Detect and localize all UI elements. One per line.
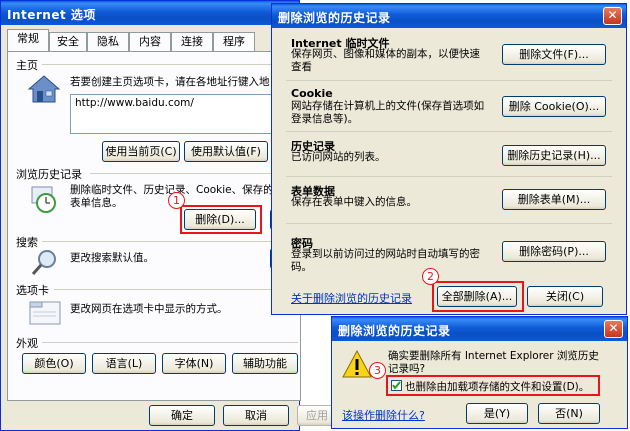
tabs-window-icon [28, 300, 62, 326]
confirm-message-line2: 记录吗? [388, 363, 426, 375]
annotation-number-1: 1 [168, 192, 185, 209]
languages-button[interactable]: 语言(L) [92, 353, 156, 374]
cookie-desc-line1: 网站存储在计算机上的文件(保存首选项如 [291, 100, 485, 112]
history-desc: 已访问网站的列表。 [291, 151, 386, 163]
tab-programs[interactable]: 程序 [213, 32, 255, 51]
divider [90, 173, 298, 174]
cancel-button[interactable]: 取消 [223, 405, 289, 426]
no-button[interactable]: 否(N) [538, 403, 600, 424]
colors-button[interactable]: 颜色(O) [22, 353, 86, 374]
form-data-desc: 保存在表单中键入的信息。 [291, 196, 417, 208]
homepage-url-value: http://www.baidu.com/ [75, 97, 194, 109]
passwords-desc-line2: 码。 [291, 261, 312, 273]
use-current-button[interactable]: 使用当前页(C) [102, 141, 180, 162]
annotation-box-3 [386, 375, 600, 396]
warning-icon [342, 349, 372, 378]
divider [42, 64, 298, 65]
divider [286, 176, 612, 177]
divider [286, 80, 612, 81]
delete-forms-button[interactable]: 删除表单(M)... [502, 189, 606, 210]
delete-history-title: 删除浏览的历史记录 [272, 4, 626, 28]
annotation-box-1 [180, 205, 262, 234]
temp-files-desc-line2: 查看 [291, 61, 312, 73]
annotation-number-2: 2 [422, 268, 439, 285]
delete-history-button[interactable]: 删除历史记录(H)... [502, 145, 606, 166]
annotation-box-2 [432, 281, 524, 312]
accessibility-button[interactable]: 辅助功能 [232, 353, 298, 374]
close-button[interactable]: 关闭(C) [527, 286, 603, 307]
divider [54, 289, 298, 290]
annotation-number-3: 3 [369, 362, 386, 379]
yes-button[interactable]: 是(Y) [466, 403, 528, 424]
house-icon [26, 74, 62, 104]
passwords-desc-line1: 登录到以前访问过的网站时自动填写的密 [291, 248, 480, 260]
homepage-url-input[interactable]: http://www.baidu.com/ [70, 94, 298, 134]
confirm-title: 删除浏览的历史记录 [332, 317, 627, 341]
about-delete-history-link[interactable]: 关于删除浏览的历史记录 [291, 290, 412, 306]
tabs-desc: 更改网页在选项卡中显示的方式。 [70, 303, 228, 315]
delete-passwords-button[interactable]: 删除密码(P)... [502, 241, 606, 262]
search-desc: 更改搜索默认值。 [70, 252, 154, 264]
search-magnifier-icon [30, 248, 60, 278]
tab-general[interactable]: 常规 [7, 29, 49, 52]
window-title: Internet 选项 [1, 1, 299, 25]
close-icon[interactable]: ✕ [604, 320, 623, 338]
tab-security[interactable]: 安全 [49, 32, 87, 51]
use-default-button[interactable]: 使用默认值(F) [184, 141, 268, 162]
confirm-dialog: 删除浏览的历史记录 ✕ 确实要删除所有 Internet Explorer 浏览… [331, 316, 628, 429]
homepage-desc: 若要创建主页选项卡，请在各地址行键入地 [70, 76, 270, 88]
delete-files-button[interactable]: 删除文件(F)... [502, 44, 606, 65]
appearance-heading: 外观 [16, 337, 38, 350]
tabs-heading: 选项卡 [16, 284, 49, 297]
homepage-heading: 主页 [16, 59, 38, 72]
divider [42, 241, 298, 242]
history-desc-line2: 表单信息。 [70, 197, 123, 209]
internet-options-window: Internet 选项 常规 安全 隐私 内容 连接 程序 主页 若要创建主页选… [0, 0, 337, 431]
divider [286, 223, 612, 224]
divider [286, 131, 612, 132]
what-gets-deleted-link[interactable]: 该操作删除什么? [342, 407, 425, 423]
close-icon[interactable]: ✕ [603, 7, 622, 25]
history-clock-icon [28, 184, 60, 214]
fonts-button[interactable]: 字体(N) [162, 353, 226, 374]
tab-connections[interactable]: 连接 [171, 32, 213, 51]
delete-history-dialog: 删除浏览的历史记录 ✕ Internet 临时文件 保存网页、图像和媒体的副本，… [271, 3, 627, 315]
cookie-title: Cookie [291, 87, 333, 100]
temp-files-desc-line1: 保存网页、图像和媒体的副本，以便快速 [291, 48, 480, 60]
history-heading: 浏览历史记录 [16, 168, 82, 181]
ok-button[interactable]: 确定 [149, 405, 215, 426]
divider [42, 342, 298, 343]
cookie-desc-line2: 登录信息等)。 [291, 113, 359, 125]
delete-cookies-button[interactable]: 删除 Cookie(O)... [502, 96, 606, 117]
general-panel: 主页 若要创建主页选项卡，请在各地址行键入地 http://www.baidu.… [7, 51, 302, 401]
tab-content[interactable]: 内容 [129, 32, 171, 51]
tab-privacy[interactable]: 隐私 [87, 32, 129, 51]
